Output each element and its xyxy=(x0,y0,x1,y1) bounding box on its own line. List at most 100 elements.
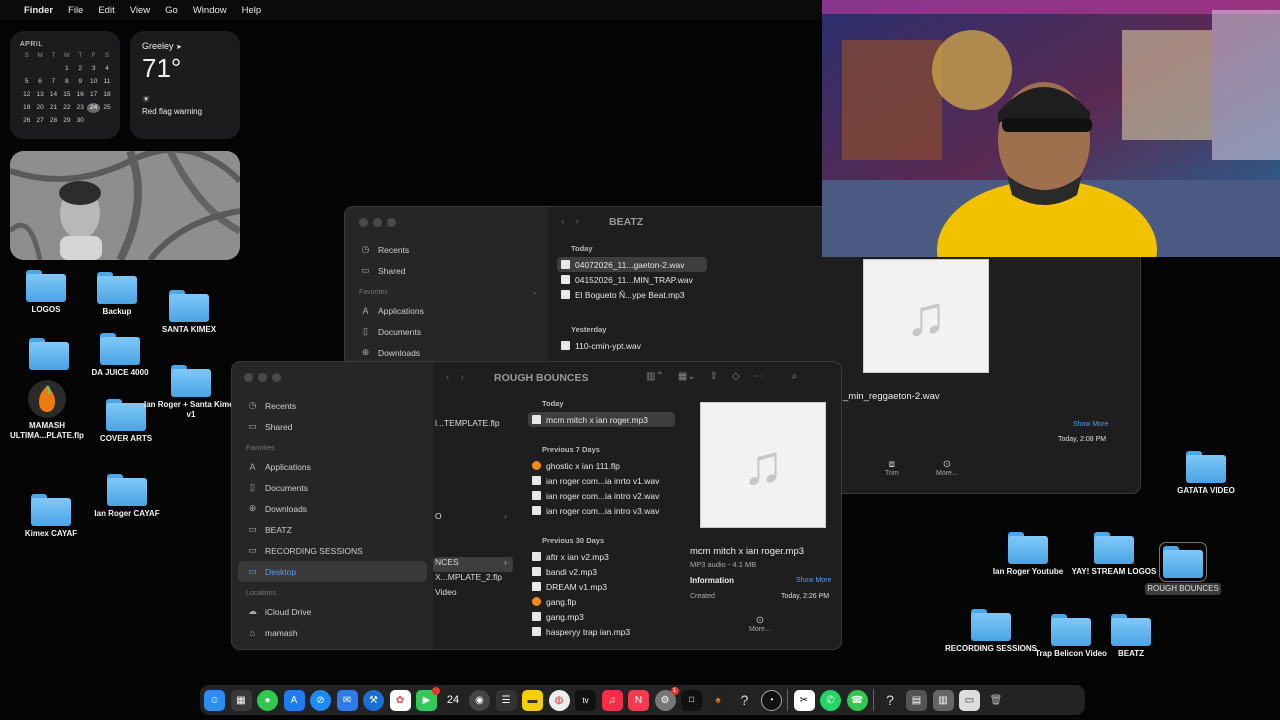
folder-gatata-video[interactable]: GATATA VIDEO xyxy=(1156,451,1256,496)
tag-icon[interactable]: ◇ xyxy=(732,371,740,382)
safari-icon[interactable]: ⊘ xyxy=(310,689,331,711)
unknown-icon[interactable]: ? xyxy=(734,690,755,711)
chevron-down-icon[interactable]: ⌄ xyxy=(532,286,538,300)
folder-row[interactable]: Video xyxy=(433,587,513,602)
show-more-link[interactable]: Show More xyxy=(1073,421,1108,428)
file-row[interactable]: hasperyy trap ian.mp3 xyxy=(524,624,679,639)
trim-button[interactable]: ⧈ Trim xyxy=(885,459,899,477)
window-controls[interactable] xyxy=(244,373,281,382)
stickies-icon[interactable]: ▬ xyxy=(522,689,543,711)
sidebar-item-beatz[interactable]: ▭ BEATZ xyxy=(232,519,433,540)
folder-row-selected[interactable]: NCES › xyxy=(433,557,513,572)
sidebar-item-shared[interactable]: ▭ Shared xyxy=(345,260,548,281)
launchpad-icon[interactable]: ▦ xyxy=(230,689,252,711)
file-row[interactable]: ian roger com...ia inrto v1.wav xyxy=(524,473,679,488)
sidebar-item-recents[interactable]: ◷ Recents xyxy=(232,395,433,416)
more-button[interactable]: ⊙ More... xyxy=(749,615,771,633)
menu-finder[interactable]: Finder xyxy=(24,5,53,16)
section-previous-30-days: Previous 30 Days xyxy=(542,536,605,545)
sidebar-item-applications[interactable]: A Applications xyxy=(345,300,548,321)
folder-ian-roger-santa-kimex[interactable]: Ian Roger + Santa Kimex v1 xyxy=(141,365,241,420)
folder-row[interactable]: O › xyxy=(433,511,513,526)
file-row[interactable]: gang.mp3 xyxy=(524,609,679,624)
sidebar-item-downloads[interactable]: ⊕ Downloads xyxy=(345,342,548,363)
photo-widget[interactable] xyxy=(10,151,240,260)
sidebar-item-recents[interactable]: ◷ Recents xyxy=(345,239,548,260)
show-more-link[interactable]: Show More xyxy=(796,577,831,584)
downloads-stack-icon[interactable]: ▥ xyxy=(932,689,954,711)
file-row[interactable]: gang.flp xyxy=(524,594,679,609)
back-forward-arrows[interactable]: ‹ › xyxy=(446,372,464,383)
file-row[interactable]: 04152026_11...MIN_TRAP.wav xyxy=(553,272,711,287)
chrome-icon[interactable]: ◍ xyxy=(548,689,570,711)
sidebar-item-documents[interactable]: ▯ Documents xyxy=(232,477,433,498)
music-icon[interactable]: ♫ xyxy=(601,689,623,711)
view-columns-icon[interactable]: ▥⌃ xyxy=(646,371,664,382)
folder-ian-roger-youtube[interactable]: Ian Roger Youtube xyxy=(978,532,1078,577)
calendar-icon[interactable]: 24 xyxy=(442,689,464,711)
file-row[interactable]: ian roger com...ia intro v2.wav xyxy=(524,488,679,503)
file-row[interactable]: bandi v2.mp3 xyxy=(524,564,679,579)
apple-tv-icon[interactable]: tv xyxy=(575,689,596,711)
file-row[interactable]: mcm mitch x ian roger.mp3 xyxy=(528,412,675,427)
sidebar-item-documents[interactable]: ▯ Documents xyxy=(345,321,548,342)
system-icon[interactable]: ◉ xyxy=(469,689,490,711)
folder-rough-bounces[interactable]: ROUGH BOUNCES xyxy=(1133,542,1233,596)
sidebar-item-recording-sessions[interactable]: ▭ RECORDING SESSIONS xyxy=(232,540,433,561)
sidebar-item-shared[interactable]: ▭ Shared xyxy=(232,416,433,437)
sidebar-item-mamash[interactable]: ⌂ mamash xyxy=(232,622,433,643)
folder-beatz[interactable]: BEATZ xyxy=(1081,614,1181,659)
file-row[interactable]: DREAM v1.mp3 xyxy=(524,579,679,594)
news-icon[interactable]: N xyxy=(628,689,649,711)
menu-file[interactable]: File xyxy=(68,5,83,16)
sidebar-item-icloud[interactable]: ☁ iCloud Drive xyxy=(232,601,433,622)
messages-icon[interactable]: ● xyxy=(257,689,278,711)
file-row[interactable]: 110-cmin-ypt.wav xyxy=(553,338,711,353)
fl-studio-icon[interactable]: ♠ xyxy=(707,689,729,711)
whatsapp-icon[interactable]: ✆ xyxy=(820,689,841,711)
folder-row[interactable]: l...TEMPLATE.flp xyxy=(433,418,513,433)
window-controls[interactable] xyxy=(359,218,396,227)
menu-edit[interactable]: Edit xyxy=(98,5,114,16)
menu-go[interactable]: Go xyxy=(165,5,178,16)
file-row[interactable]: ian roger com...ia intro v3.wav xyxy=(524,503,679,518)
folder-row[interactable]: X...MPLATE_2.flp xyxy=(433,572,513,587)
photos-icon[interactable]: ✿ xyxy=(389,689,411,711)
sidebar-item-downloads[interactable]: ⊕ Downloads xyxy=(232,498,433,519)
ellipsis-icon[interactable]: ⋯ xyxy=(754,371,764,382)
folder-santa-kimex[interactable]: SANTA KIMEX xyxy=(139,290,239,335)
file-row[interactable]: 04072026_11...gaeton-2.wav xyxy=(557,257,707,272)
back-forward-arrows[interactable]: ‹ › xyxy=(561,216,579,227)
sidebar-item-applications[interactable]: A Applications xyxy=(232,456,433,477)
menu-view[interactable]: View xyxy=(130,5,150,16)
facetime-icon[interactable]: ▶ xyxy=(416,686,440,711)
settings-icon[interactable]: ⚙ 1 xyxy=(654,686,679,711)
notes-icon[interactable]: ☰ xyxy=(495,689,517,711)
finder-icon[interactable]: ☺ xyxy=(204,689,225,711)
group-icon[interactable]: ▦⌄ xyxy=(678,371,696,382)
document-stack-icon[interactable]: ▭ xyxy=(959,689,980,711)
finder-window-rough-bounces[interactable]: ◷ Recents ▭ Shared Favorites A Applications… xyxy=(231,361,842,650)
folder-kimex-cayaf[interactable]: Kimex CAYAF xyxy=(1,494,101,539)
trash-icon[interactable]: 🗑 xyxy=(986,690,1007,711)
obs-icon[interactable]: ◔ xyxy=(760,689,782,711)
menu-help[interactable]: Help xyxy=(242,5,262,16)
file-row[interactable]: El Bogueto Ñ...ype Beat.mp3 xyxy=(553,287,711,302)
app-store-icon[interactable]: A xyxy=(283,689,305,711)
help-icon[interactable]: ? xyxy=(880,690,901,711)
file-row[interactable]: aftr x ian v2.mp3 xyxy=(524,549,679,564)
audio-app-icon[interactable]: ☐ xyxy=(681,689,702,711)
capcut-icon[interactable]: ✂ xyxy=(793,689,815,711)
weather-widget[interactable]: Greeley ➤ 71° ☀ Red flag warning xyxy=(130,31,240,139)
share-icon[interactable]: ⇪ xyxy=(710,371,718,382)
search-icon[interactable]: ⌕ xyxy=(792,371,798,382)
more-button[interactable]: ⊙ More... xyxy=(936,459,958,477)
file-row[interactable]: ghostic x ian 111.flp xyxy=(524,458,679,473)
calendar-widget[interactable]: APRIL S M T W T F S 1 2 3 4 5 6 7 8 9 10 11 12 13 14 15 16 17 18… xyxy=(10,31,120,139)
folder-stack-icon[interactable]: ▤ xyxy=(906,689,927,711)
phone-icon[interactable]: ☎ xyxy=(846,689,868,711)
menu-window[interactable]: Window xyxy=(193,5,227,16)
xcode-icon[interactable]: ⚒ xyxy=(363,689,384,711)
mail-icon[interactable]: ✉ xyxy=(336,689,358,711)
sidebar-item-desktop[interactable]: ▭ Desktop xyxy=(238,561,427,582)
